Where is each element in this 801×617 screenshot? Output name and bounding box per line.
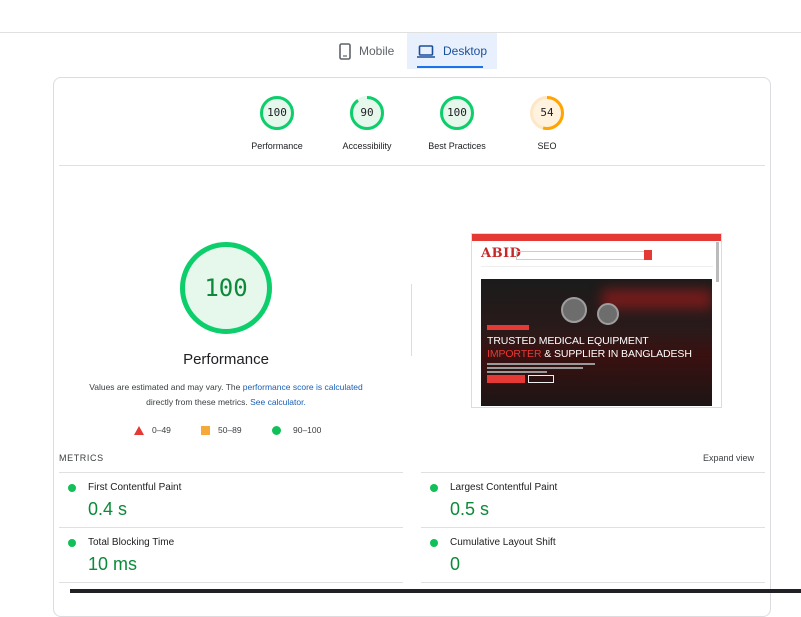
metric-name: Total Blocking Time: [88, 537, 175, 548]
bottom-scrollbar: [70, 589, 801, 593]
metric-divider: [421, 472, 765, 473]
pass-circle-icon: [430, 483, 438, 492]
legend-fail-range: 0–49: [152, 425, 171, 435]
legend-pass: 90–100: [272, 425, 321, 435]
tab-desktop[interactable]: Desktop: [407, 33, 497, 69]
metric-cumulative-layout-shift: Cumulative Layout Shift 0: [430, 537, 760, 575]
desc-text-1: Values are estimated and may vary. The: [89, 382, 241, 392]
metric-value: 0: [450, 554, 461, 574]
thumbnail-scrollbar: [716, 242, 719, 282]
gauge-accessibility[interactable]: 90 Accessibility: [337, 96, 397, 151]
legend-fail: 0–49: [134, 425, 171, 435]
legend-pass-range: 90–100: [293, 425, 322, 435]
performance-title: Performance: [183, 351, 269, 368]
performance-score-link[interactable]: performance score is calculated: [243, 382, 363, 392]
legend-average-range: 50–89: [218, 425, 242, 435]
legend-average: 50–89: [201, 425, 242, 435]
pass-circle-icon: [430, 538, 438, 547]
performance-gauge-large: 100: [180, 242, 272, 334]
site-nav-divider: [481, 266, 713, 267]
page-screenshot-thumbnail[interactable]: ABID TRUSTED MEDICAL EQUIPMENT IMPORTER …: [471, 233, 722, 408]
see-calculator-link[interactable]: See calculator.: [250, 397, 306, 407]
metric-first-contentful-paint: First Contentful Paint 0.4 s: [68, 482, 398, 520]
site-search-button: [644, 250, 652, 260]
pass-circle-icon: [68, 538, 76, 547]
metric-name: First Contentful Paint: [88, 482, 182, 493]
metric-total-blocking-time: Total Blocking Time 10 ms: [68, 537, 398, 575]
square-icon: [201, 425, 210, 435]
vertical-divider: [411, 284, 412, 356]
hero-subtext: [487, 363, 597, 373]
gauge-best-practices[interactable]: 100 Best Practices: [427, 96, 487, 151]
gauge-seo-score: 54: [540, 106, 554, 119]
metric-divider: [421, 582, 765, 583]
hero-tag: [487, 325, 529, 330]
hero-secondary-button: [528, 375, 554, 383]
metric-divider: [421, 527, 765, 528]
gauge-performance-score: 100: [267, 106, 287, 119]
gauge-best-practices-label: Best Practices: [428, 141, 486, 151]
tab-desktop-label: Desktop: [442, 44, 488, 58]
gauge-accessibility-score: 90: [360, 106, 374, 119]
gauge-best-practices-score: 100: [447, 106, 467, 119]
tab-mobile-label: Mobile: [359, 44, 395, 58]
gauge-performance[interactable]: 100 Performance: [247, 96, 307, 151]
gauge-seo[interactable]: 54 SEO: [517, 96, 577, 151]
hero-primary-button: [487, 375, 525, 383]
tab-mobile[interactable]: Mobile: [333, 33, 405, 69]
circle-icon: [272, 425, 281, 435]
hero-headline-2: IMPORTER & SUPPLIER IN BANGLADESH: [487, 348, 692, 360]
expand-view-toggle[interactable]: Expand view: [703, 453, 754, 463]
performance-description: Values are estimated and may vary. The p…: [70, 380, 382, 410]
triangle-icon: [134, 425, 144, 435]
metric-divider: [59, 527, 403, 528]
site-search-box: [516, 251, 650, 260]
metric-value: 0.4 s: [88, 499, 128, 519]
summary-divider: [59, 165, 765, 166]
gauge-seo-label: SEO: [537, 141, 557, 151]
site-hero-banner: TRUSTED MEDICAL EQUIPMENT IMPORTER & SUP…: [481, 279, 712, 406]
metric-value: 0.5 s: [450, 499, 490, 519]
hero-headline-1: TRUSTED MEDICAL EQUIPMENT: [487, 335, 649, 347]
surgical-lamp-image: [597, 303, 619, 325]
metric-largest-contentful-paint: Largest Contentful Paint 0.5 s: [430, 482, 760, 520]
metric-value: 10 ms: [88, 554, 138, 574]
metrics-heading: METRICS: [59, 453, 104, 463]
desc-text-2: directly from these metrics.: [146, 397, 248, 407]
site-topbar: [472, 234, 721, 241]
metric-name: Cumulative Layout Shift: [450, 537, 556, 548]
metric-divider: [59, 582, 403, 583]
metric-name: Largest Contentful Paint: [450, 482, 558, 493]
phone-icon: [339, 42, 351, 60]
gauge-accessibility-label: Accessibility: [342, 141, 392, 151]
pass-circle-icon: [68, 483, 76, 492]
metric-divider: [59, 472, 403, 473]
laptop-icon: [416, 44, 435, 58]
gauge-performance-label: Performance: [251, 141, 303, 151]
surgical-lamp-image: [561, 297, 587, 323]
performance-score-large: 100: [204, 274, 248, 302]
